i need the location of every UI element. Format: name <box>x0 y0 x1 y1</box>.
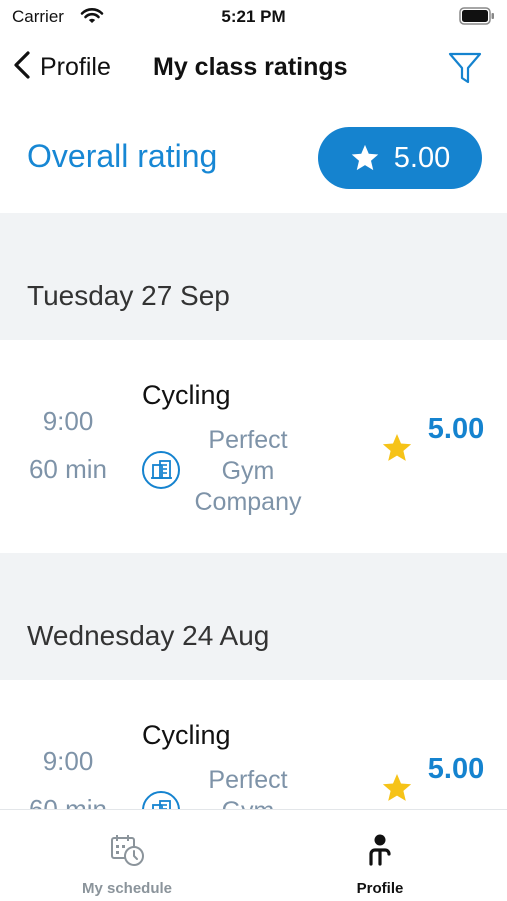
tab-label: Profile <box>356 880 404 897</box>
star-icon <box>381 772 413 809</box>
date-label: Tuesday 27 Sep <box>27 280 230 311</box>
date-header: Wednesday 24 Aug <box>0 553 507 680</box>
class-location: Perfect Gym Company <box>208 766 288 809</box>
back-button[interactable]: Profile <box>12 50 111 85</box>
building-icon <box>141 450 181 495</box>
status-bar: Carrier 5:21 PM <box>0 0 507 36</box>
class-name: Cycling <box>142 380 231 410</box>
back-label: Profile <box>40 53 111 81</box>
class-time: 9:00 <box>42 746 94 776</box>
star-icon <box>351 144 379 171</box>
overall-rating-value: 5.00 <box>393 141 451 174</box>
calendar-clock-icon <box>27 832 227 873</box>
date-header: Tuesday 27 Sep <box>0 213 507 340</box>
tab-profile[interactable]: Profile <box>280 810 480 901</box>
overall-rating-badge[interactable]: 5.00 <box>318 127 482 189</box>
overall-rating-label: Overall rating <box>27 138 218 174</box>
overall-rating-section: Overall rating 5.00 <box>0 118 507 198</box>
page-title: My class ratings <box>153 53 348 81</box>
class-location: Perfect Gym Company <box>194 426 302 516</box>
battery-icon <box>459 7 495 30</box>
class-name: Cycling <box>142 720 231 750</box>
tab-my-schedule[interactable]: My schedule <box>27 810 227 901</box>
tab-bar: My schedule Profile <box>0 809 507 901</box>
class-rating-row[interactable]: 9:00 60 min Cycling Perfect Gym Company … <box>0 680 507 809</box>
back-chevron-icon <box>12 50 32 85</box>
person-icon <box>280 832 480 873</box>
class-rating-value: 5.00 <box>427 413 485 445</box>
class-time: 9:00 <box>42 406 94 436</box>
class-duration: 60 min <box>28 454 108 484</box>
class-rating-row[interactable]: 9:00 60 min Cycling Perfect Gym Company … <box>0 340 507 553</box>
status-time: 5:21 PM <box>221 7 286 26</box>
class-duration: 60 min <box>28 794 108 809</box>
ratings-list[interactable]: Tuesday 27 Sep 9:00 60 min Cycling Perfe… <box>0 213 507 809</box>
navigation-bar: Profile My class ratings <box>0 36 507 100</box>
tab-label: My schedule <box>81 880 173 897</box>
filter-icon <box>447 52 483 90</box>
date-label: Wednesday 24 Aug <box>27 620 270 651</box>
building-icon <box>141 790 181 809</box>
filter-button[interactable] <box>447 50 483 91</box>
star-icon <box>381 432 413 469</box>
class-rating-value: 5.00 <box>427 753 485 785</box>
